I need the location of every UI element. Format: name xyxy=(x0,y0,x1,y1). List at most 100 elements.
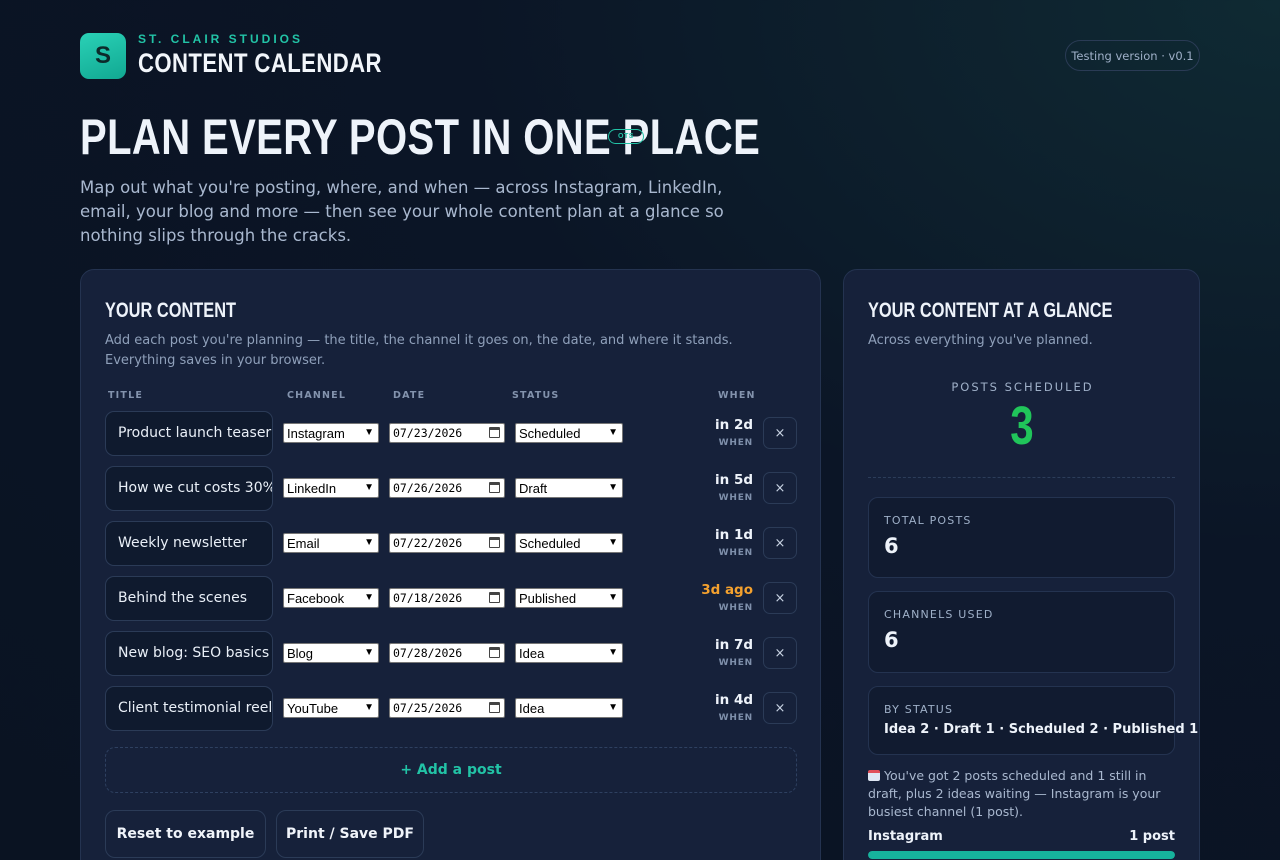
status-select[interactable]: Scheduled ▼ xyxy=(515,423,623,443)
post-title-input[interactable]: New blog: SEO basics xyxy=(105,631,273,676)
when-value: in 7d xyxy=(715,637,753,653)
reset-example-button[interactable]: Reset to example xyxy=(105,810,266,858)
by-status-value: Idea 2 · Draft 1 · Scheduled 2 · Publish… xyxy=(884,722,1199,737)
when-value: in 2d xyxy=(715,417,753,433)
content-row: Product launch teaser Instagram ▼ 07/23/202… xyxy=(105,411,797,457)
channel-bar-count: 1 post xyxy=(1129,829,1175,844)
content-row: Client testimonial reel YouTube ▼ 07/25/202… xyxy=(105,686,797,732)
app-title: CONTENT CALENDAR xyxy=(138,48,382,78)
column-header-title: TITLE xyxy=(108,390,144,401)
chevron-down-icon: ▼ xyxy=(364,592,374,603)
channel-bar-name: Instagram xyxy=(868,829,943,844)
chevron-down-icon: ▼ xyxy=(364,482,374,493)
chevron-down-icon: ▼ xyxy=(364,427,374,438)
by-status-label: BY STATUS xyxy=(884,703,954,716)
column-header-channel: CHANNEL xyxy=(287,390,347,401)
post-title-input[interactable]: Client testimonial reel xyxy=(105,686,273,731)
total-posts-card: TOTAL POSTS 6 xyxy=(868,497,1175,578)
delete-row-button[interactable]: × xyxy=(763,417,797,449)
glance-panel-title: YOUR CONTENT AT A GLANCE xyxy=(868,299,1113,322)
content-row: New blog: SEO basics Blog ▼ 07/28/2026 Idea ▼… xyxy=(105,631,797,677)
post-title-input[interactable]: Behind the scenes xyxy=(105,576,273,621)
chevron-down-icon: ▼ xyxy=(608,482,618,493)
calendar-icon[interactable] xyxy=(489,702,500,713)
posts-scheduled-value: 3 xyxy=(1010,396,1035,456)
calendar-icon[interactable] xyxy=(489,537,500,548)
when-label: WHEN xyxy=(718,658,753,668)
calendar-icon[interactable] xyxy=(489,482,500,493)
brand-text: ST. CLAIR STUDIOS CONTENT CALENDAR xyxy=(138,32,436,79)
delete-row-button[interactable]: × xyxy=(763,637,797,669)
calendar-icon[interactable] xyxy=(489,592,500,603)
channel-select[interactable]: Instagram ▼ xyxy=(283,423,379,443)
hero-title: PLAN EVERY POST IN ONE PLACE xyxy=(80,109,761,165)
posts-scheduled-label: POSTS SCHEDULED xyxy=(951,380,1094,394)
total-posts-label: TOTAL POSTS xyxy=(884,514,972,527)
date-input[interactable]: 07/26/2026 xyxy=(389,478,505,498)
when-value: in 5d xyxy=(715,472,753,488)
channel-select[interactable]: YouTube ▼ xyxy=(283,698,379,718)
channel-select[interactable]: Facebook ▼ xyxy=(283,588,379,608)
close-icon: × xyxy=(774,425,786,441)
delete-row-button[interactable]: × xyxy=(763,527,797,559)
add-post-button[interactable]: + Add a post xyxy=(105,747,797,793)
divider xyxy=(868,477,1175,478)
column-header-date: DATE xyxy=(393,390,426,401)
close-icon: × xyxy=(774,700,786,716)
channel-bar-fill xyxy=(868,851,1175,859)
post-title-input[interactable]: How we cut costs 30% xyxy=(105,466,273,511)
channel-select[interactable]: Blog ▼ xyxy=(283,643,379,663)
delete-row-button[interactable]: × xyxy=(763,472,797,504)
column-header-status: STATUS xyxy=(512,390,560,401)
when-value: 3d ago xyxy=(701,582,753,598)
post-title-input[interactable]: Product launch teaser xyxy=(105,411,273,456)
delete-row-button[interactable]: × xyxy=(763,692,797,724)
chevron-down-icon: ▼ xyxy=(608,427,618,438)
chevron-down-icon: ▼ xyxy=(608,592,618,603)
close-icon: × xyxy=(774,480,786,496)
when-label: WHEN xyxy=(718,713,753,723)
date-input[interactable]: 07/25/2026 xyxy=(389,698,505,718)
close-icon: × xyxy=(774,645,786,661)
glance-panel-description: Across everything you've planned. xyxy=(868,333,1093,348)
channel-bar-track xyxy=(868,851,1175,859)
close-icon: × xyxy=(774,535,786,551)
content-row: Behind the scenes Facebook ▼ 07/18/2026 Publ… xyxy=(105,576,797,622)
hero-badge: OTS xyxy=(608,129,644,144)
when-label: WHEN xyxy=(718,493,753,503)
calendar-icon[interactable] xyxy=(489,647,500,658)
hero-title-row: PLAN EVERY POST IN ONE PLACE OTS xyxy=(80,108,930,166)
status-select[interactable]: Idea ▼ xyxy=(515,643,623,663)
content-panel: YOUR CONTENT Add each post you're planni… xyxy=(80,269,821,860)
channels-used-value: 6 xyxy=(884,628,899,652)
studio-name: ST. CLAIR STUDIOS xyxy=(138,32,304,46)
chevron-down-icon: ▼ xyxy=(608,537,618,548)
channel-select[interactable]: Email ▼ xyxy=(283,533,379,553)
calendar-icon xyxy=(868,770,880,781)
delete-row-button[interactable]: × xyxy=(763,582,797,614)
calendar-icon[interactable] xyxy=(489,427,500,438)
date-input[interactable]: 07/23/2026 xyxy=(389,423,505,443)
print-pdf-button[interactable]: Print / Save PDF xyxy=(276,810,424,858)
chevron-down-icon: ▼ xyxy=(364,537,374,548)
post-title-input[interactable]: Weekly newsletter xyxy=(105,521,273,566)
status-select[interactable]: Published ▼ xyxy=(515,588,623,608)
close-icon: × xyxy=(774,590,786,606)
status-select[interactable]: Idea ▼ xyxy=(515,698,623,718)
date-input[interactable]: 07/18/2026 xyxy=(389,588,505,608)
brand: S ST. CLAIR STUDIOS CONTENT CALENDAR xyxy=(80,32,436,79)
total-posts-value: 6 xyxy=(884,534,899,558)
when-label: WHEN xyxy=(718,603,753,613)
content-row: How we cut costs 30% LinkedIn ▼ 07/26/2026 D… xyxy=(105,466,797,512)
chevron-down-icon: ▼ xyxy=(608,702,618,713)
date-input[interactable]: 07/22/2026 xyxy=(389,533,505,553)
insight-text: You've got 2 posts scheduled and 1 still… xyxy=(868,768,1161,819)
channels-used-card: CHANNELS USED 6 xyxy=(868,591,1175,673)
channel-select[interactable]: LinkedIn ▼ xyxy=(283,478,379,498)
status-select[interactable]: Scheduled ▼ xyxy=(515,533,623,553)
date-input[interactable]: 07/28/2026 xyxy=(389,643,505,663)
status-select[interactable]: Draft ▼ xyxy=(515,478,623,498)
when-label: WHEN xyxy=(718,438,753,448)
content-row: Weekly newsletter Email ▼ 07/22/2026 Schedul… xyxy=(105,521,797,567)
by-status-card: BY STATUS Idea 2 · Draft 1 · Scheduled 2… xyxy=(868,686,1198,755)
